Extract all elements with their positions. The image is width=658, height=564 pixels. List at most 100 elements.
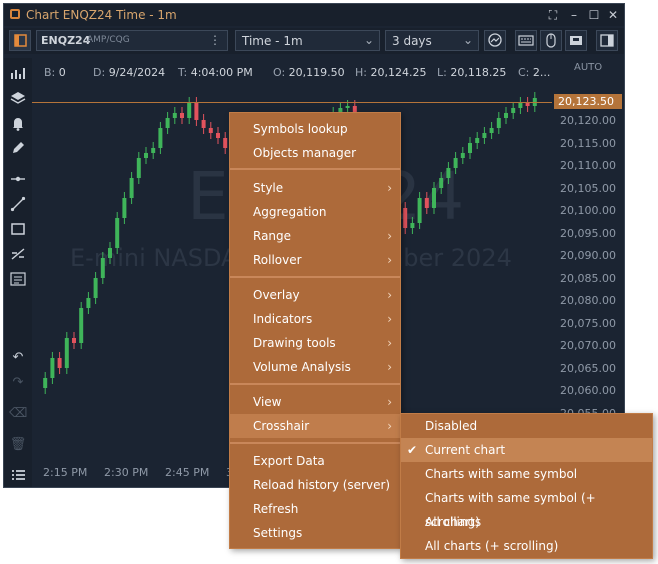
candle-body xyxy=(424,198,429,208)
chevron-right-icon: › xyxy=(387,253,392,267)
range-value: 3 days xyxy=(392,34,432,48)
eraser-icon[interactable]: ⌫ xyxy=(9,405,27,423)
rectangle-icon[interactable] xyxy=(9,220,27,238)
chevron-down-icon: ⌄ xyxy=(462,33,473,47)
menu-item-view[interactable]: View › xyxy=(230,390,400,414)
menu-item-overlay[interactable]: Overlay › xyxy=(230,283,400,307)
more-icon[interactable]: ⋮ xyxy=(209,33,221,47)
submenu-item-same-symbol-scrolling[interactable]: Charts with same symbol (+ scrolling) xyxy=(401,486,652,529)
crosshair-price-line xyxy=(32,102,552,103)
layers-icon[interactable] xyxy=(9,89,27,107)
candle-body xyxy=(208,128,213,133)
chevron-right-icon: › xyxy=(387,336,392,350)
price-tick-label: 20,115.00 xyxy=(560,136,616,150)
mouse-button[interactable] xyxy=(540,30,562,51)
candle-body xyxy=(43,378,48,388)
menu-item-crosshair[interactable]: Crosshair › xyxy=(230,414,400,438)
symbol-name: ENQZ24 xyxy=(41,34,91,47)
price-tick-label: 20,110.00 xyxy=(560,159,616,172)
objects-list-icon[interactable] xyxy=(9,270,27,288)
crosshair-circle-icon xyxy=(488,33,502,47)
crosshair-mode-button[interactable] xyxy=(484,30,506,51)
maximize-icon[interactable]: ☐ xyxy=(587,8,601,22)
fibonacci-icon[interactable] xyxy=(9,245,27,263)
panel-left-icon xyxy=(14,34,27,47)
submenu-item-current-chart[interactable]: ✔ Current chart xyxy=(401,438,652,462)
crosshair-submenu: Disabled ✔ Current chart Charts with same… xyxy=(400,413,653,559)
chevron-right-icon: › xyxy=(387,360,392,374)
ohlc-open: O: 20,119.50 xyxy=(273,66,345,79)
candle-body xyxy=(129,178,134,198)
candle-body xyxy=(504,113,508,118)
undo-icon[interactable]: ↶ xyxy=(9,349,27,367)
menu-item-settings[interactable]: Settings xyxy=(230,521,400,545)
candle-body xyxy=(460,153,465,158)
menu-item-range[interactable]: Range › xyxy=(230,224,400,248)
candle-body xyxy=(489,128,494,133)
menu-item-reload-history[interactable]: Reload history (server) xyxy=(230,473,400,497)
template-icon xyxy=(570,36,582,45)
chart-context-menu: Symbols lookup Objects manager Style › Ag… xyxy=(229,112,401,549)
panel-toggle-button[interactable] xyxy=(9,30,31,51)
trend-line-icon[interactable] xyxy=(9,195,27,213)
menu-item-refresh[interactable]: Refresh xyxy=(230,497,400,521)
horizontal-line-icon[interactable] xyxy=(9,170,27,188)
menu-item-drawing-tools[interactable]: Drawing tools › xyxy=(230,331,400,355)
candle-body xyxy=(482,133,487,138)
candle-body xyxy=(79,308,84,343)
menu-item-indicators[interactable]: Indicators › xyxy=(230,307,400,331)
candle-body xyxy=(194,103,199,120)
candle-body xyxy=(475,138,480,143)
auto-scale-label[interactable]: AUTO xyxy=(574,62,602,73)
candle-body xyxy=(151,148,156,153)
symbol-selector[interactable]: ENQZ24 AMP/CQG ⋮ xyxy=(36,30,228,51)
time-label: 2:15 PM xyxy=(43,466,88,479)
redo-icon[interactable]: ↷ xyxy=(9,374,27,392)
ohlc-close: C: 2... xyxy=(518,66,551,79)
alert-bell-icon[interactable] xyxy=(9,114,27,132)
title-bar: Chart ENQZ24 Time - 1m ⛶ – ☐ ✕ xyxy=(4,4,624,26)
candle-body xyxy=(100,258,105,278)
menu-item-volume-analysis[interactable]: Volume Analysis › xyxy=(230,355,400,379)
price-tick-label: 20,085.00 xyxy=(560,271,616,285)
template-button[interactable] xyxy=(565,30,587,51)
current-price-label: 20,123.50 xyxy=(554,94,622,109)
menu-list-icon[interactable] xyxy=(9,466,27,484)
right-panel-button[interactable] xyxy=(596,30,618,51)
menu-item-style[interactable]: Style › xyxy=(230,176,400,200)
submenu-item-all-charts[interactable]: All charts xyxy=(401,510,652,534)
pencil-icon[interactable] xyxy=(9,139,27,157)
chevron-down-icon: ⌄ xyxy=(363,33,374,47)
candle-body xyxy=(468,143,472,153)
menu-item-aggregation[interactable]: Aggregation xyxy=(230,200,400,224)
indicators-icon[interactable] xyxy=(9,64,27,82)
minimize-icon[interactable]: – xyxy=(567,8,581,22)
candle-body xyxy=(453,158,458,168)
candle-body xyxy=(446,168,451,178)
candle-body xyxy=(93,278,98,298)
submenu-item-all-charts-scrolling[interactable]: All charts (+ scrolling) xyxy=(401,534,652,558)
candle-body xyxy=(72,338,76,343)
candle-body xyxy=(410,223,415,228)
timeframe-dropdown[interactable]: Time - 1m ⌄ xyxy=(235,30,380,51)
candle-body xyxy=(64,338,69,368)
candle-body xyxy=(144,153,148,158)
menu-item-objects-manager[interactable]: Objects manager xyxy=(230,141,400,165)
fullscreen-icon[interactable]: ⛶ xyxy=(546,8,560,23)
price-tick-label: 20,105.00 xyxy=(560,181,616,195)
menu-item-rollover[interactable]: Rollover › xyxy=(230,248,400,272)
keyboard-button[interactable] xyxy=(515,30,537,51)
close-icon[interactable]: ✕ xyxy=(606,8,620,22)
trash-icon[interactable]: 🗑 xyxy=(9,436,27,454)
time-label: 2:45 PM xyxy=(165,466,210,479)
submenu-item-disabled[interactable]: Disabled xyxy=(401,414,652,438)
submenu-item-same-symbol[interactable]: Charts with same symbol xyxy=(401,462,652,486)
chevron-right-icon: › xyxy=(387,181,392,195)
price-tick-label: 20,080.00 xyxy=(560,294,616,307)
timeframe-value: Time - 1m xyxy=(242,34,303,48)
price-tick-label: 20,075.00 xyxy=(560,316,616,330)
menu-item-export-data[interactable]: Export Data xyxy=(230,449,400,473)
price-tick-label: 20,070.00 xyxy=(560,339,616,352)
range-dropdown[interactable]: 3 days ⌄ xyxy=(385,30,479,51)
menu-item-symbols-lookup[interactable]: Symbols lookup xyxy=(230,117,400,141)
